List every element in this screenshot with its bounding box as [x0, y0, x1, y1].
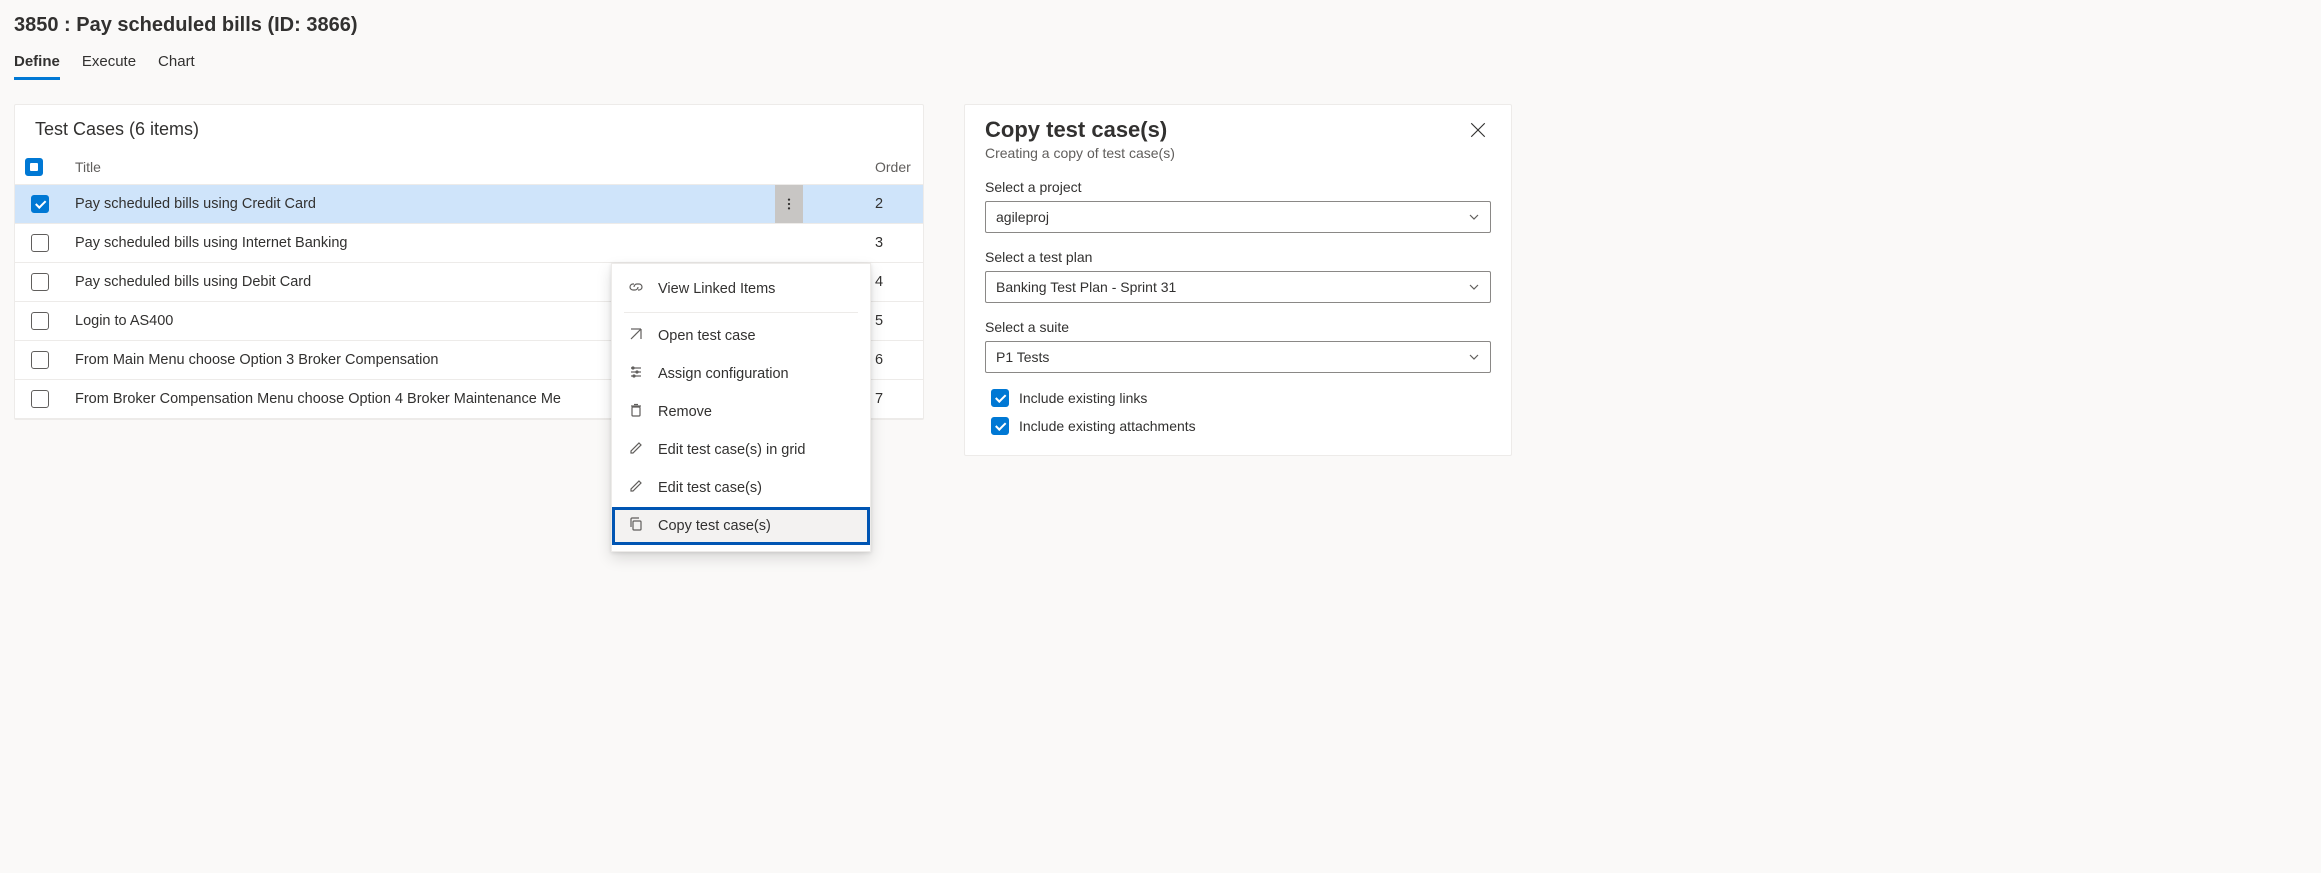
row-checkbox[interactable] [31, 234, 49, 252]
close-icon[interactable] [1465, 117, 1491, 146]
row-checkbox[interactable] [31, 195, 49, 213]
select-all-checkbox[interactable] [25, 158, 43, 176]
test-cases-panel: Test Cases (6 items) Title Order Pay sch… [14, 104, 924, 420]
project-label: Select a project [985, 179, 1491, 195]
row-checkbox[interactable] [31, 273, 49, 291]
menu-item-label: Remove [658, 404, 712, 420]
tab-chart[interactable]: Chart [158, 45, 195, 80]
row-title: Pay scheduled bills using Internet Banki… [65, 224, 863, 263]
suite-label: Select a suite [985, 319, 1491, 335]
page-title: 3850 : Pay scheduled bills (ID: 3866) [0, 0, 2321, 45]
row-order: 3 [863, 224, 923, 263]
pencil-icon [628, 440, 644, 460]
menu-item-assign-configuration[interactable]: Assign configuration [612, 355, 870, 393]
menu-item-label: Edit test case(s) [658, 480, 762, 496]
project-value: agileproj [996, 209, 1049, 225]
row-order: 5 [863, 302, 923, 341]
menu-separator [624, 312, 858, 313]
plan-label: Select a test plan [985, 249, 1491, 265]
trash-icon [628, 402, 644, 422]
tab-define[interactable]: Define [14, 45, 60, 80]
column-title[interactable]: Title [65, 150, 863, 185]
copy-test-case-panel: Copy test case(s) Creating a copy of tes… [964, 104, 1512, 456]
test-cases-title: Test Cases (6 items) [15, 105, 923, 150]
tab-execute[interactable]: Execute [82, 45, 136, 80]
open-icon [628, 326, 644, 346]
menu-item-label: Copy test case(s) [658, 518, 771, 534]
chevron-down-icon [1468, 211, 1480, 223]
tabs: Define Execute Chart [0, 45, 2321, 80]
menu-item-label: View Linked Items [658, 281, 775, 297]
row-checkbox[interactable] [31, 390, 49, 408]
chevron-down-icon [1468, 351, 1480, 363]
suite-value: P1 Tests [996, 349, 1049, 365]
include-attachments-checkbox[interactable] [991, 417, 1009, 435]
suite-select[interactable]: P1 Tests [985, 341, 1491, 373]
row-checkbox[interactable] [31, 351, 49, 369]
context-menu: View Linked Items Open test case Assign co… [611, 263, 871, 552]
menu-item-edit-test-case-s[interactable]: Edit test case(s) [612, 469, 870, 507]
link-icon [628, 279, 644, 299]
more-actions-icon[interactable] [775, 185, 803, 223]
menu-item-open-test-case[interactable]: Open test case [612, 317, 870, 355]
menu-item-copy-test-case-s[interactable]: Copy test case(s) [612, 507, 870, 545]
select-all-header[interactable] [15, 150, 65, 185]
side-panel-title: Copy test case(s) [985, 117, 1175, 143]
row-order: 6 [863, 341, 923, 380]
row-order: 2 [863, 185, 923, 224]
side-panel-subtitle: Creating a copy of test case(s) [985, 145, 1175, 161]
pencil-icon [628, 478, 644, 498]
column-order[interactable]: Order [863, 150, 923, 185]
include-links-checkbox[interactable] [991, 389, 1009, 407]
table-row[interactable]: Pay scheduled bills using Credit Card2 [15, 185, 923, 224]
row-checkbox[interactable] [31, 312, 49, 330]
plan-select[interactable]: Banking Test Plan - Sprint 31 [985, 271, 1491, 303]
config-icon [628, 364, 644, 384]
project-select[interactable]: agileproj [985, 201, 1491, 233]
table-row[interactable]: Pay scheduled bills using Internet Banki… [15, 224, 923, 263]
chevron-down-icon [1468, 281, 1480, 293]
menu-item-label: Open test case [658, 328, 756, 344]
include-links-label: Include existing links [1019, 390, 1147, 406]
row-title: Pay scheduled bills using Credit Card [65, 185, 863, 224]
menu-item-label: Edit test case(s) in grid [658, 442, 805, 458]
menu-item-label: Assign configuration [658, 366, 789, 382]
include-attachments-label: Include existing attachments [1019, 418, 1196, 434]
row-order: 4 [863, 263, 923, 302]
row-order: 7 [863, 380, 923, 419]
menu-item-view-linked-items[interactable]: View Linked Items [612, 270, 870, 308]
menu-item-edit-test-case-s-in-grid[interactable]: Edit test case(s) in grid [612, 431, 870, 469]
menu-item-remove[interactable]: Remove [612, 393, 870, 431]
plan-value: Banking Test Plan - Sprint 31 [996, 279, 1176, 295]
copy-icon [628, 516, 644, 536]
